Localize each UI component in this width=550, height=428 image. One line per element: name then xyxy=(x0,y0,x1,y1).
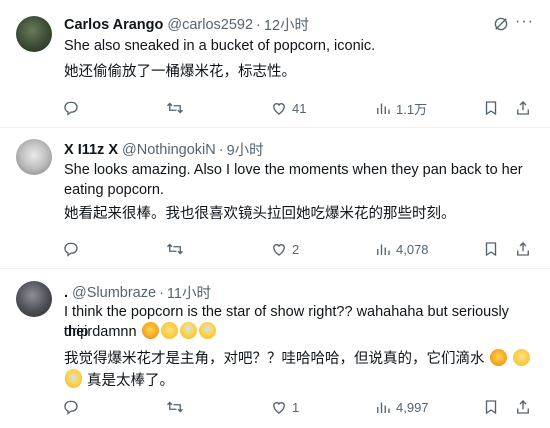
display-name[interactable]: X I11z X xyxy=(64,142,118,158)
tweet-actions: 41 1.1万 xyxy=(56,98,534,118)
tweet-text: She also sneaked in a bucket of popcorn,… xyxy=(64,38,376,54)
bookmark-button[interactable] xyxy=(482,99,500,117)
views-button[interactable]: 1.1万 xyxy=(374,99,427,118)
tweet-text-line-2: eating popcorn. xyxy=(64,182,164,198)
heart-icon xyxy=(273,402,285,414)
tweet-text-line-2: drip damnn xyxy=(64,322,532,342)
views-icon xyxy=(377,402,390,413)
retweet-button[interactable] xyxy=(166,398,184,416)
tweet-header: Carlos Arango @carlos2592 · 12小时 xyxy=(64,14,534,35)
scream-emoji xyxy=(179,322,197,339)
like-count: 1 xyxy=(292,399,300,415)
user-handle[interactable]: @NothingokiN xyxy=(122,142,216,158)
reply-icon xyxy=(64,400,78,415)
smirk-emoji xyxy=(160,322,178,339)
reply-button[interactable] xyxy=(62,99,80,117)
share-icon xyxy=(517,400,529,414)
share-button[interactable] xyxy=(514,240,532,258)
hot-face-emoji xyxy=(141,322,159,339)
bookmark-icon xyxy=(485,400,497,415)
timestamp[interactable]: 11小时 xyxy=(167,282,211,303)
reply-button[interactable] xyxy=(62,398,80,416)
retweet-icon xyxy=(167,243,183,255)
reply-icon xyxy=(64,242,78,257)
hot-face-emoji xyxy=(489,349,507,366)
avatar[interactable] xyxy=(16,139,52,175)
display-name[interactable]: Carlos Arango xyxy=(64,17,163,33)
bookmark-button[interactable] xyxy=(482,398,500,416)
tweet-header: . @Slumbraze · 11小时 xyxy=(64,282,534,303)
tweet-actions: 2 4,078 xyxy=(56,239,534,259)
tweet-3[interactable]: . @Slumbraze · 11小时 I think the popcorn … xyxy=(0,269,550,428)
share-icon xyxy=(517,101,529,115)
view-count: 4,997 xyxy=(396,399,429,415)
tweet-translation: 她还偷偷放了一桶爆米花，标志性。 xyxy=(64,64,296,80)
views-button[interactable]: 4,078 xyxy=(374,240,429,258)
tweet-1[interactable]: Carlos Arango @carlos2592 · 12小时 ··· She… xyxy=(0,0,550,128)
scream-emoji xyxy=(198,322,216,339)
bookmark-icon xyxy=(485,242,497,257)
retweet-icon xyxy=(167,102,183,114)
more-icon[interactable]: ··· xyxy=(515,13,534,31)
tweet-translation: 她看起来很棒。我也很喜欢镜头拉回她吃爆米花的那些时刻。 xyxy=(64,206,456,222)
like-count: 2 xyxy=(292,241,300,257)
share-button[interactable] xyxy=(514,99,532,117)
avatar[interactable] xyxy=(16,16,52,52)
retweet-icon xyxy=(167,401,183,413)
retweet-button[interactable] xyxy=(166,240,184,258)
timestamp[interactable]: 12小时 xyxy=(264,14,309,35)
tweet-translation-text: 我觉得爆米花才是主角，对吧？？哇哈哈哈，但说真的，它们滴水 xyxy=(64,351,485,367)
view-count: 1.1万 xyxy=(396,101,428,117)
bookmark-button[interactable] xyxy=(482,240,500,258)
bookmark-icon xyxy=(485,101,497,116)
heart-icon xyxy=(273,244,285,256)
timestamp[interactable]: 9小时 xyxy=(227,139,264,160)
like-count: 41 xyxy=(292,100,307,116)
views-button[interactable]: 4,997 xyxy=(374,398,429,416)
like-button[interactable]: 41 xyxy=(270,99,306,117)
display-name[interactable]: . xyxy=(64,285,68,301)
share-button[interactable] xyxy=(514,398,532,416)
tweet-translation-text-2: 真是太棒了。 xyxy=(87,373,175,389)
grok-icon[interactable] xyxy=(492,15,510,33)
tweet-header: X I11z X @NothingokiN · 9小时 xyxy=(64,139,534,160)
reply-icon xyxy=(64,101,78,116)
like-button[interactable]: 1 xyxy=(270,398,299,416)
retweet-button[interactable] xyxy=(166,99,184,117)
smirk-emoji xyxy=(512,349,530,366)
separator-dot: · xyxy=(256,16,261,33)
separator-dot: · xyxy=(218,141,224,158)
tweet-translation-line-2: 真是太棒了。 xyxy=(64,371,532,391)
tweet-text-line-2-text: drip damnn xyxy=(64,324,137,340)
reply-button[interactable] xyxy=(62,240,80,258)
tweet-text-line-1: She looks amazing. Also I love the momen… xyxy=(64,162,523,178)
scream-emoji xyxy=(65,371,82,388)
views-icon xyxy=(377,244,390,255)
tweet-actions: 1 4,997 xyxy=(56,397,534,417)
separator-dot: · xyxy=(159,284,164,301)
user-handle[interactable]: @Slumbraze xyxy=(72,285,156,301)
view-count: 4,078 xyxy=(396,241,429,257)
like-button[interactable]: 2 xyxy=(270,240,299,258)
share-icon xyxy=(517,242,529,256)
tweet-2[interactable]: X I11z X @NothingokiN · 9小时 She looks am… xyxy=(0,128,550,269)
views-icon xyxy=(377,103,390,114)
heart-icon xyxy=(273,103,285,115)
avatar[interactable] xyxy=(16,281,52,317)
user-handle[interactable]: @carlos2592 xyxy=(167,17,253,33)
